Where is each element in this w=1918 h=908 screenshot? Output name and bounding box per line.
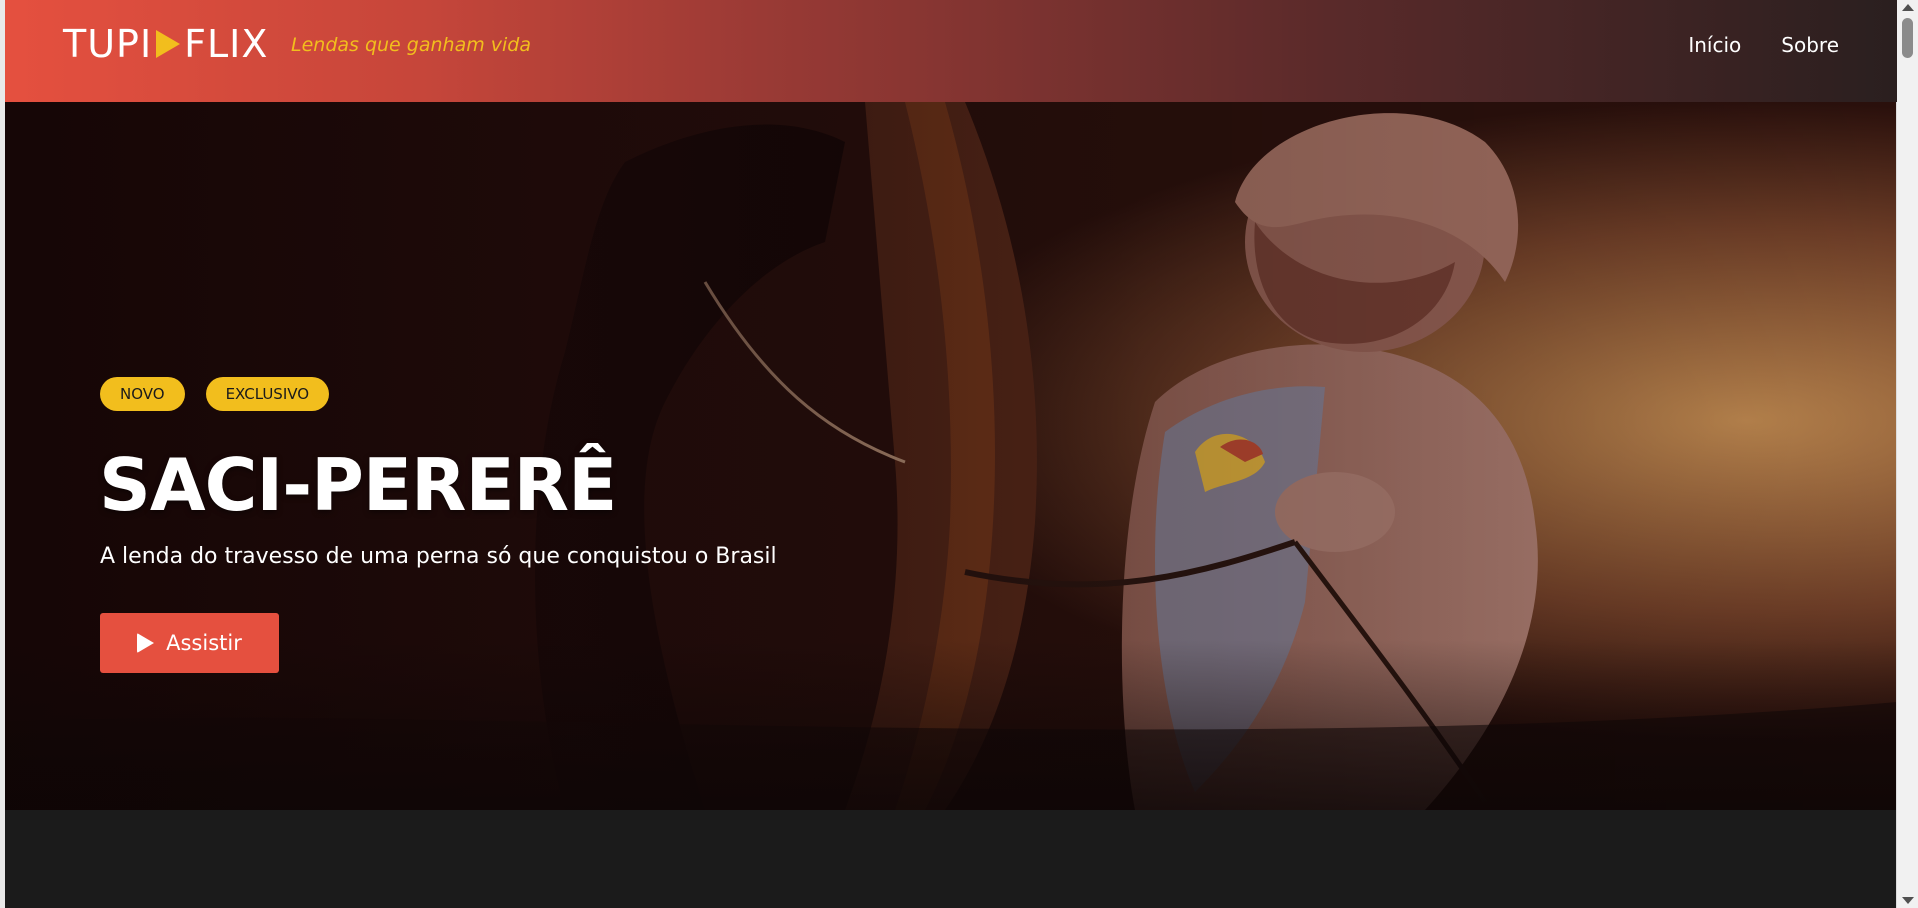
logo-text-flix: FLIX — [184, 22, 269, 66]
site-header: TUPI FLIX Lendas que ganham vida Início … — [5, 0, 1897, 102]
play-icon — [137, 633, 155, 653]
badge-exclusivo: EXCLUSIVO — [205, 377, 330, 411]
nav-link-inicio[interactable]: Início — [1688, 33, 1741, 57]
vertical-scrollbar[interactable] — [1896, 0, 1918, 908]
watch-button[interactable]: Assistir — [100, 613, 279, 673]
hero-badges: NOVO EXCLUSIVO — [100, 377, 330, 411]
scroll-thumb[interactable] — [1902, 18, 1913, 58]
logo-play-icon — [156, 30, 181, 58]
page: TUPI FLIX Lendas que ganham vida Início … — [0, 0, 1918, 908]
main-nav: Início Sobre — [1688, 33, 1839, 57]
scroll-down-arrow-icon[interactable] — [1902, 897, 1914, 904]
nav-link-sobre[interactable]: Sobre — [1781, 33, 1839, 57]
content-section — [5, 810, 1897, 908]
badge-novo: NOVO — [100, 377, 185, 411]
site-logo[interactable]: TUPI FLIX — [63, 22, 268, 66]
hero-title: SACI-PERERÊ — [99, 443, 617, 527]
logo-text-tupi: TUPI — [63, 22, 153, 66]
scroll-up-arrow-icon[interactable] — [1902, 4, 1914, 11]
hero-banner: NOVO EXCLUSIVO SACI-PERERÊ A lenda do tr… — [5, 102, 1897, 810]
site-tagline: Lendas que ganham vida — [291, 34, 531, 56]
hero-bottom-fade — [5, 640, 1897, 810]
hero-subtitle: A lenda do travesso de uma perna só que … — [100, 544, 777, 569]
watch-button-label: Assistir — [166, 631, 242, 655]
